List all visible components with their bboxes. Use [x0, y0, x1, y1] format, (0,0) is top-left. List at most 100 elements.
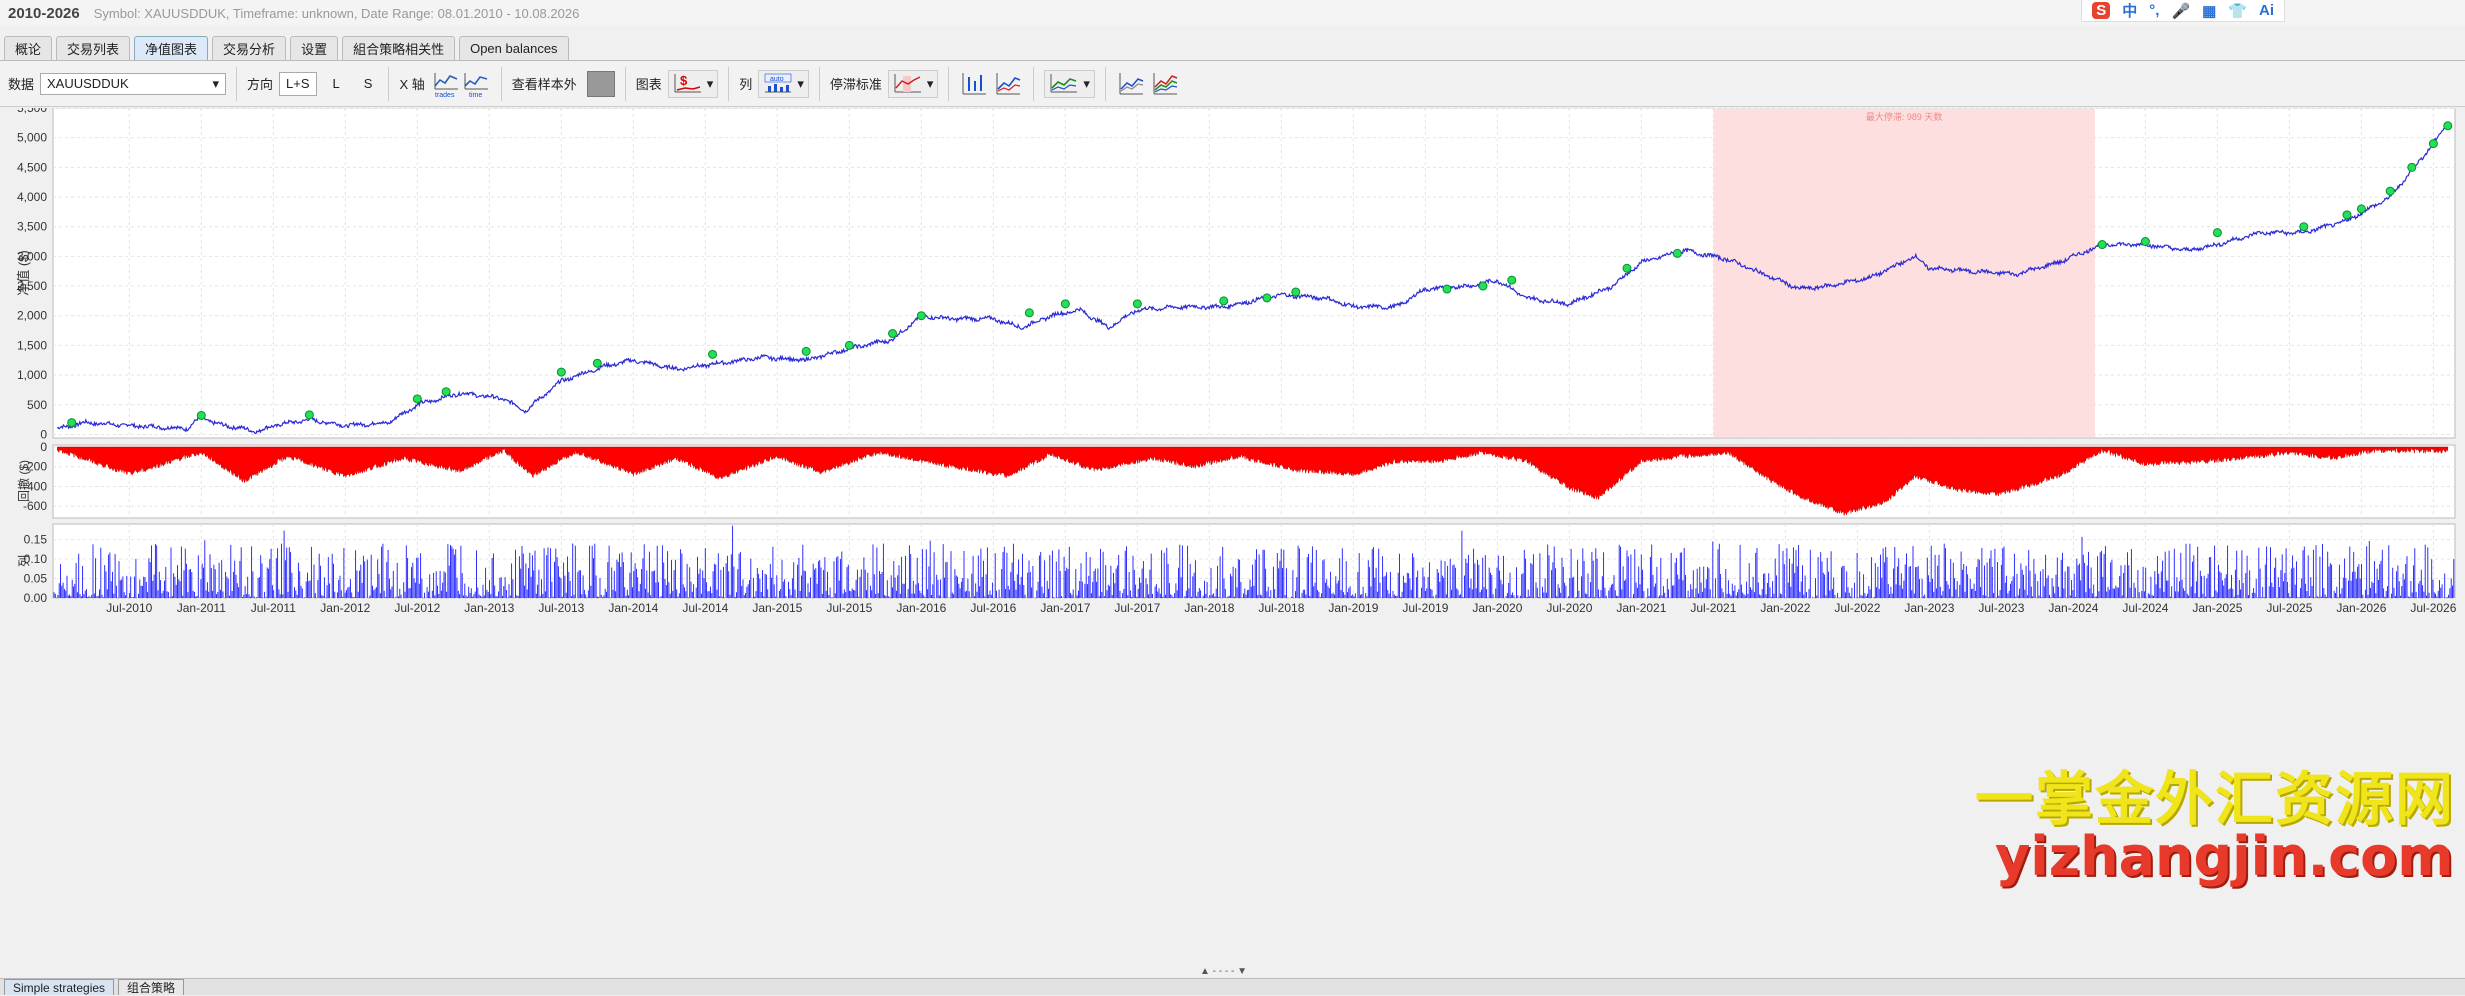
divider: [818, 66, 820, 101]
new-high-marker: [592, 358, 602, 368]
equity-y-tick-label: 4,500: [17, 160, 47, 174]
tab-equity-chart[interactable]: 净值图表: [134, 36, 209, 60]
line-chart-icon: [996, 72, 1021, 94]
column-panel: 0.150.100.050.00列: [17, 523, 2456, 605]
x-tick-label: Jan-2013: [464, 601, 514, 615]
column-dropdown[interactable]: auto ▾: [758, 69, 809, 98]
chart-style-bars-button[interactable]: [959, 70, 989, 98]
tab-trade-analysis[interactable]: 交易分析: [212, 36, 287, 60]
chart-type-dropdown[interactable]: $ ▾: [667, 69, 719, 98]
tab-settings[interactable]: 设置: [290, 36, 339, 60]
x-tick-label: Jul-2011: [251, 601, 296, 615]
xaxis-time-button[interactable]: time: [461, 70, 491, 98]
ime-ai-button[interactable]: Ai: [2259, 2, 2274, 19]
compare-chart-icon: [1119, 72, 1144, 94]
compare-button[interactable]: [1116, 70, 1146, 98]
tab-portfolio-strategies[interactable]: 组合策略: [118, 979, 185, 995]
chevron-down-icon: ▾: [1083, 75, 1090, 91]
divider: [500, 66, 502, 101]
chart-style-line-button[interactable]: [993, 70, 1023, 98]
equity-y-tick-label: 5,500: [17, 108, 47, 115]
new-high-marker: [1060, 299, 1070, 309]
x-tick-label: Jan-2023: [1904, 601, 1954, 615]
oos-toggle[interactable]: [586, 70, 615, 97]
direction-long[interactable]: L: [327, 72, 346, 96]
direction-long-short[interactable]: L+S: [279, 71, 317, 96]
x-tick-label: Jan-2012: [320, 601, 370, 615]
tab-simple-strategies[interactable]: Simple strategies: [4, 979, 115, 995]
tab-portfolio-correlation[interactable]: 組合策略相关性: [342, 36, 456, 60]
divider: [1104, 66, 1106, 101]
new-high-marker: [801, 346, 811, 356]
ime-skin-icon[interactable]: 👕: [2228, 2, 2247, 20]
direction-short[interactable]: S: [358, 72, 379, 96]
chevron-down-icon: ▾: [926, 75, 934, 91]
auto-column-icon: auto: [765, 73, 792, 92]
column-y-tick-label: 0.15: [24, 533, 48, 547]
bar-chart-icon: [962, 72, 987, 94]
ime-toolbar[interactable]: S 中 °, 🎤 ▦ 👕 Ai: [2081, 0, 2285, 22]
x-tick-label: Jan-2014: [608, 601, 658, 615]
new-high-marker: [304, 410, 314, 420]
ime-punctuation-icon[interactable]: °,: [2149, 2, 2159, 19]
ime-logo-icon[interactable]: S: [2092, 2, 2111, 19]
svg-text:trades: trades: [435, 92, 455, 98]
xaxis-trades-button[interactable]: trades: [431, 70, 461, 98]
data-label: 数据: [8, 77, 35, 92]
divider: [388, 66, 390, 101]
x-tick-label: Jul-2016: [970, 601, 1016, 615]
drawdown-panel: 0-200-400-600回撤 ($): [16, 440, 2456, 519]
x-tick-label: Jul-2018: [1258, 601, 1304, 615]
svg-text:auto: auto: [770, 76, 784, 83]
window-title: 2010-2026: [8, 4, 80, 22]
new-high-marker: [2385, 186, 2395, 196]
new-high-marker: [2140, 237, 2150, 247]
ime-chinese-toggle[interactable]: 中: [2122, 0, 2137, 21]
x-tick-label: Jul-2015: [826, 601, 872, 615]
new-high-marker: [1132, 299, 1142, 309]
svg-text:$: $: [680, 73, 688, 88]
new-high-marker: [2299, 222, 2309, 232]
tab-overview[interactable]: 概论: [4, 36, 53, 60]
x-tick-label: Jul-2012: [394, 601, 440, 615]
equity-y-tick-label: 1,000: [17, 368, 47, 382]
new-high-marker: [556, 367, 566, 377]
equity-y-tick-label: 4,000: [17, 190, 47, 204]
new-high-marker: [196, 410, 206, 420]
x-tick-label: Jan-2017: [1040, 601, 1090, 615]
column-y-axis-label: 列: [17, 555, 31, 567]
tab-trade-list[interactable]: 交易列表: [56, 36, 131, 60]
tab-open-balances[interactable]: Open balances: [459, 36, 569, 60]
data-select[interactable]: XAUUSDDUK ▾: [40, 72, 227, 95]
new-high-marker: [844, 340, 854, 350]
panel-splitter[interactable]: ▲ - - - - ▼: [1200, 966, 1247, 977]
ime-microphone-icon[interactable]: 🎤: [2171, 2, 2190, 20]
new-high-marker: [708, 349, 718, 359]
green-line-chart-icon: [1050, 73, 1078, 92]
stagnation-dropdown[interactable]: ▾: [887, 69, 939, 98]
time-chart-icon: time: [464, 72, 488, 98]
drawdown-y-axis-label: 回撤 ($): [16, 460, 31, 502]
x-tick-label: Jul-2013: [538, 601, 584, 615]
svg-text:time: time: [469, 92, 482, 98]
data-select-value: XAUUSDDUK: [47, 76, 129, 91]
equity-y-tick-label: 5,000: [17, 131, 47, 145]
x-tick-label: Jul-2014: [682, 601, 728, 615]
stagnation-chart-icon: [894, 73, 921, 92]
xaxis-label: X 轴: [399, 77, 425, 92]
window-subtitle: Symbol: XAUUSDDUK, Timeframe: unknown, D…: [93, 5, 580, 21]
stagnation-label: 停滞标准: [829, 77, 882, 92]
x-tick-label: Jul-2020: [1546, 601, 1592, 615]
new-high-marker: [2443, 121, 2453, 131]
multi-series-button[interactable]: [1150, 70, 1180, 98]
column-label: 列: [739, 77, 753, 92]
new-high-marker: [67, 418, 77, 428]
new-high-marker: [412, 394, 422, 404]
x-tick-label: Jan-2025: [2192, 601, 2242, 615]
column-y-tick-label: 0.00: [24, 591, 48, 605]
x-tick-label: Jan-2018: [1184, 601, 1234, 615]
x-tick-label: Jul-2023: [1978, 601, 2024, 615]
ime-keyboard-icon[interactable]: ▦: [2202, 2, 2216, 20]
chart-overlay-dropdown[interactable]: ▾: [1044, 69, 1095, 98]
direction-label: 方向: [247, 77, 274, 92]
